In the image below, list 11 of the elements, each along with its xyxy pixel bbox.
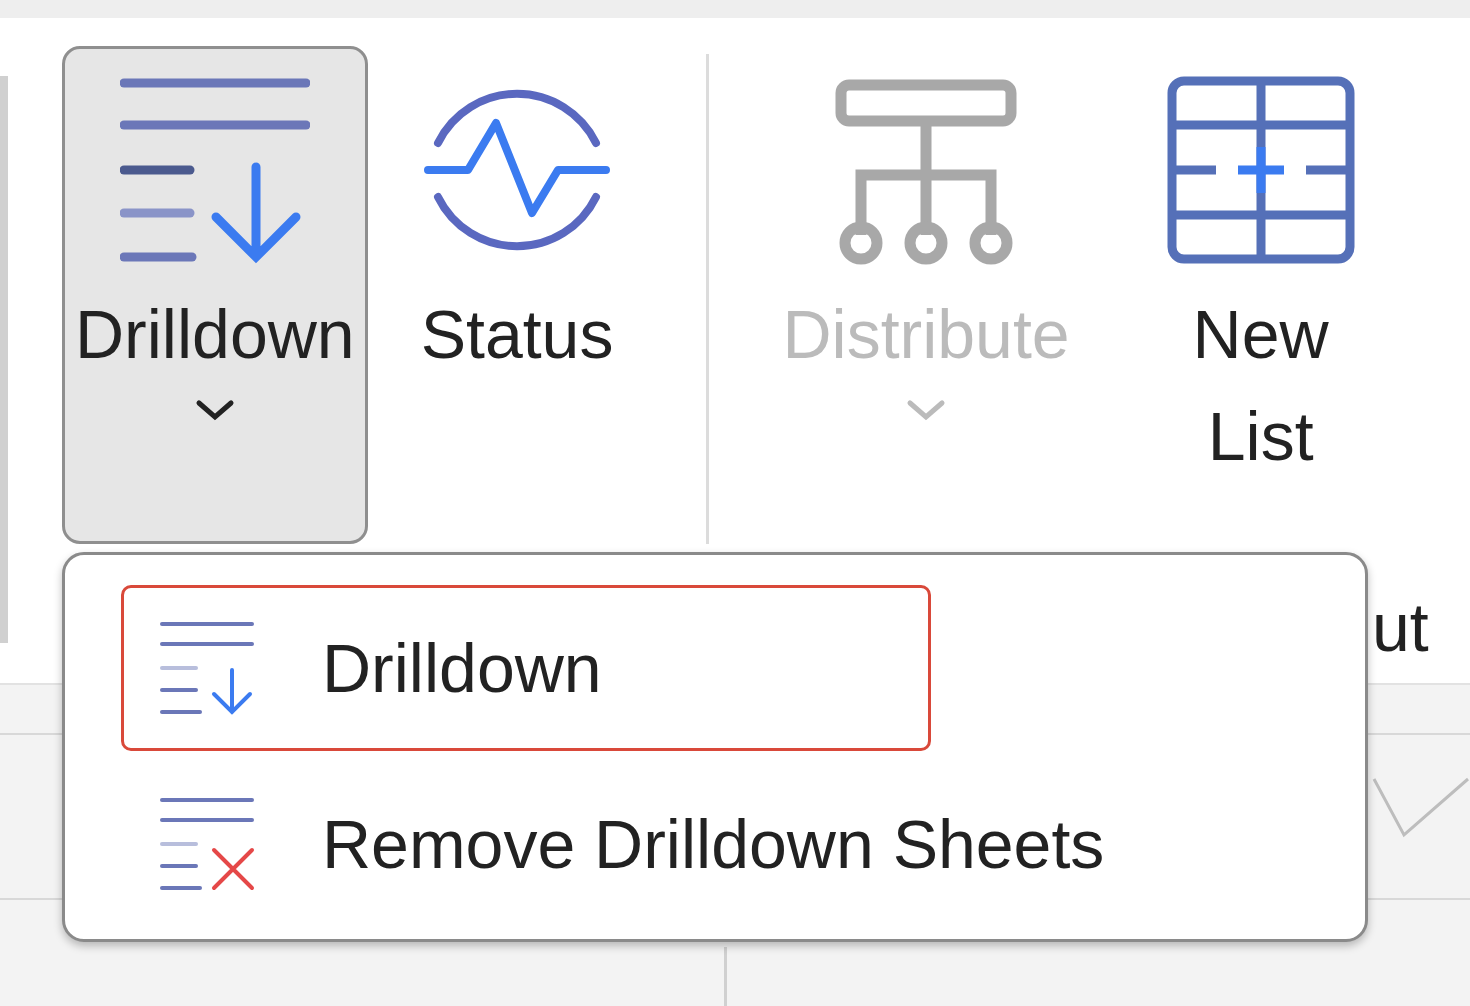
ribbon-button[interactable]: New List: [1152, 46, 1369, 544]
menu-item[interactable]: Drilldown: [121, 585, 931, 751]
drilldown-icon: [160, 620, 256, 716]
table-plus-icon: [1165, 75, 1356, 265]
menu-item[interactable]: Remove Drilldown Sheets: [121, 761, 1365, 927]
chevron-down-icon: [906, 399, 947, 423]
remove-list-icon: [160, 796, 256, 892]
ribbon-button[interactable]: Status: [407, 46, 627, 544]
group-label: ut: [1372, 588, 1429, 666]
chevron-down-icon: [194, 399, 235, 423]
dropdown-button[interactable]: Drilldown: [62, 46, 368, 544]
